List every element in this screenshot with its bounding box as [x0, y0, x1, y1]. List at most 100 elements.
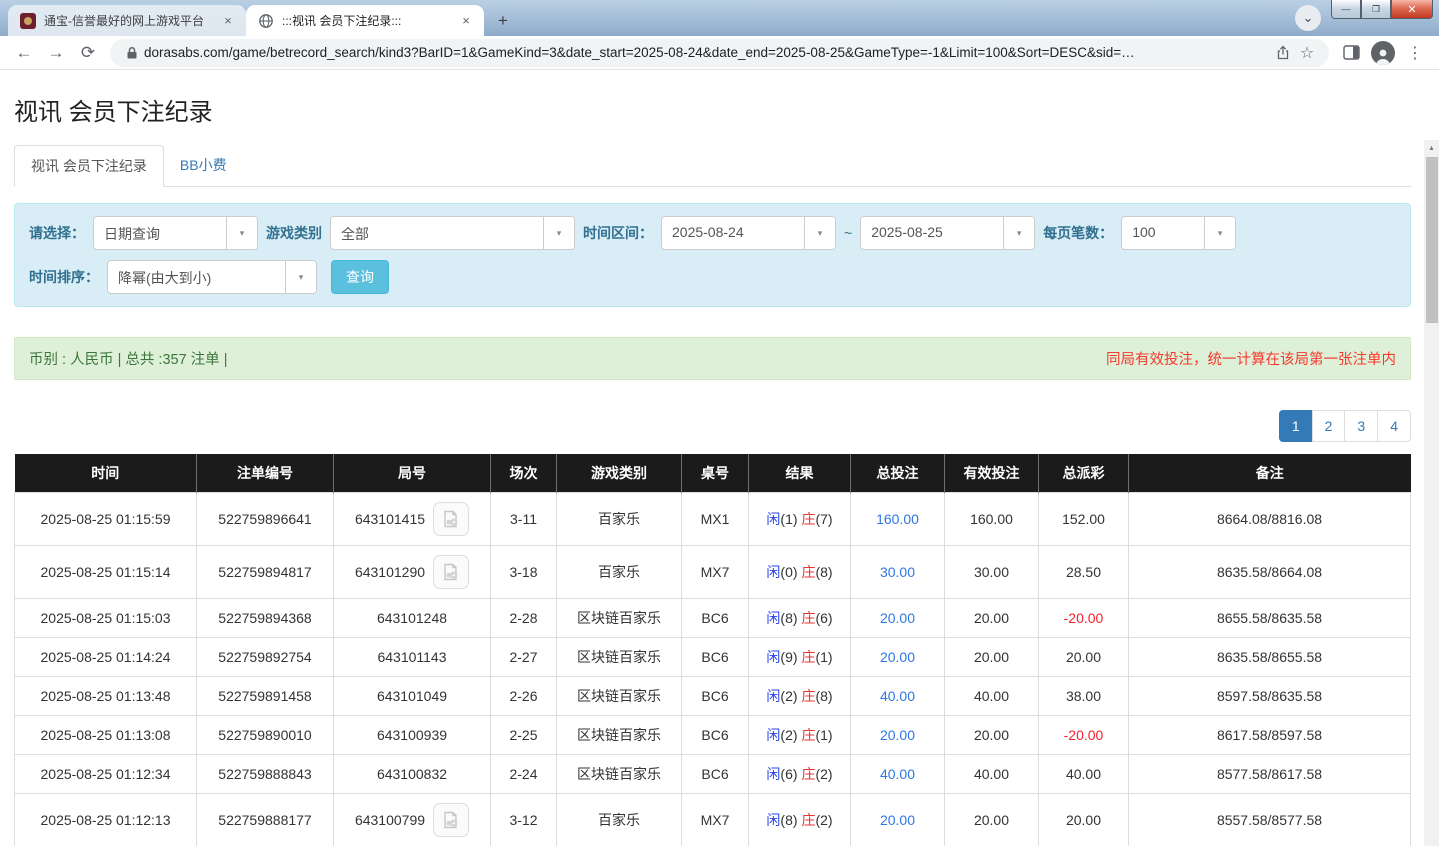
page-button-3[interactable]: 3 [1344, 410, 1378, 442]
query-type-select[interactable]: 日期查询 ▾ [93, 216, 258, 250]
browser-tab-2[interactable]: :::视讯 会员下注纪录::: × [246, 5, 484, 36]
share-icon[interactable] [1271, 41, 1295, 65]
tab-bb-tips[interactable]: BB小费 [164, 145, 243, 187]
total-bet-link[interactable]: 20.00 [880, 727, 915, 743]
cell-total-bet: 20.00 [851, 716, 945, 755]
forward-icon[interactable]: → [42, 39, 70, 67]
banker-result: 庄 [801, 511, 815, 527]
page-scrollbar[interactable]: ▲ [1424, 140, 1439, 846]
date-end-select[interactable]: 2025-08-25 ▾ [860, 216, 1035, 250]
cell-game-kind: 区块链百家乐 [557, 677, 682, 716]
address-bar[interactable]: dorasabs.com/game/betrecord_search/kind3… [110, 39, 1329, 67]
tab-bet-records[interactable]: 视讯 会员下注纪录 [14, 145, 164, 187]
cell-valid-bet: 20.00 [945, 638, 1039, 677]
cell-result: 闲(0) 庄(8) [749, 546, 851, 599]
banker-result: 庄 [801, 610, 815, 626]
avatar-icon[interactable] [1369, 39, 1397, 67]
menu-kebab-icon[interactable]: ⋮ [1401, 39, 1429, 67]
chevron-down-icon[interactable]: ▾ [804, 217, 835, 249]
cell-remark: 8635.58/8664.08 [1129, 546, 1411, 599]
new-tab-button[interactable]: + [490, 8, 516, 34]
tab-strip: 通宝-信誉最好的网上游戏平台 × :::视讯 会员下注纪录::: × + [8, 5, 516, 36]
col-bet-no: 注单编号 [197, 454, 334, 493]
back-icon[interactable]: ← [10, 39, 38, 67]
cell-table-no: BC6 [682, 599, 749, 638]
cell-payout: 20.00 [1039, 638, 1129, 677]
restore-button[interactable]: ❐ [1361, 0, 1391, 19]
minimize-button[interactable]: — [1331, 0, 1361, 19]
cell-session: 2-26 [491, 677, 557, 716]
cell-bet-no: 522759894368 [197, 599, 334, 638]
cell-session: 3-11 [491, 493, 557, 546]
chevron-down-icon[interactable]: ▾ [1003, 217, 1034, 249]
tab-close-icon[interactable]: × [220, 13, 236, 29]
player-result: 闲 [766, 564, 780, 580]
scrollbar-thumb[interactable] [1426, 157, 1438, 323]
cell-table-no: BC6 [682, 677, 749, 716]
site-favicon [20, 13, 36, 29]
total-bet-link[interactable]: 20.00 [880, 610, 915, 626]
total-bet-link[interactable]: 30.00 [880, 564, 915, 580]
sort-select[interactable]: 降幂(由大到小) ▾ [107, 260, 317, 294]
page-button-2[interactable]: 2 [1312, 410, 1346, 442]
video-replay-button[interactable] [433, 555, 469, 589]
cell-round-no: 643101248 [334, 599, 491, 638]
cell-result: 闲(8) 庄(2) [749, 794, 851, 846]
total-bet-link[interactable]: 40.00 [880, 766, 915, 782]
per-page-select[interactable]: 100 ▾ [1121, 216, 1236, 250]
currency-total-text: 币别 : 人民币 | 总共 :357 注单 | [29, 348, 227, 369]
query-button[interactable]: 查询 [331, 260, 389, 294]
table-header-row: 时间 注单编号 局号 场次 游戏类别 桌号 结果 总投注 有效投注 总派彩 备注 [15, 454, 1411, 493]
cell-total-bet: 40.00 [851, 677, 945, 716]
reload-icon[interactable]: ⟳ [74, 39, 102, 67]
player-result: 闲 [766, 727, 780, 743]
cell-result: 闲(8) 庄(6) [749, 599, 851, 638]
browser-tab-1[interactable]: 通宝-信誉最好的网上游戏平台 × [8, 5, 246, 36]
per-page-label: 每页笔数： [1043, 223, 1113, 243]
col-game-kind: 游戏类别 [557, 454, 682, 493]
cell-session: 3-18 [491, 546, 557, 599]
url-text[interactable]: dorasabs.com/game/betrecord_search/kind3… [144, 45, 1271, 60]
close-button[interactable]: ✕ [1391, 0, 1433, 19]
cell-payout: 40.00 [1039, 755, 1129, 794]
tab-title: :::视讯 会员下注纪录::: [282, 12, 450, 29]
cell-session: 2-27 [491, 638, 557, 677]
cell-time: 2025-08-25 01:12:34 [15, 755, 197, 794]
side-panel-icon[interactable] [1337, 39, 1365, 67]
total-bet-link[interactable]: 20.00 [880, 812, 915, 828]
video-replay-button[interactable] [433, 502, 469, 536]
chevron-down-icon[interactable]: ▾ [226, 217, 257, 249]
cell-result: 闲(6) 庄(2) [749, 755, 851, 794]
page-viewport: 视讯 会员下注纪录 视讯 会员下注纪录 BB小费 请选择： 日期查询 ▾ 游戏类… [0, 70, 1439, 846]
total-bet-link[interactable]: 40.00 [880, 688, 915, 704]
cell-bet-no: 522759888843 [197, 755, 334, 794]
cell-result: 闲(1) 庄(7) [749, 493, 851, 546]
lock-icon [120, 41, 144, 65]
chevron-down-icon[interactable]: ▾ [1204, 217, 1235, 249]
tab-search-chevron-icon[interactable]: ⌄ [1295, 5, 1321, 31]
cell-bet-no: 522759888177 [197, 794, 334, 846]
page-button-4[interactable]: 4 [1377, 410, 1411, 442]
cell-remark: 8664.08/8816.08 [1129, 493, 1411, 546]
bookmark-star-icon[interactable]: ☆ [1295, 41, 1319, 65]
chevron-down-icon[interactable]: ▾ [543, 217, 574, 249]
player-result: 闲 [766, 812, 780, 828]
total-bet-link[interactable]: 160.00 [876, 511, 919, 527]
chevron-down-icon[interactable]: ▾ [285, 261, 316, 293]
total-bet-link[interactable]: 20.00 [880, 649, 915, 665]
video-replay-button[interactable] [433, 803, 469, 837]
cell-table-no: MX7 [682, 546, 749, 599]
cell-remark: 8635.58/8655.58 [1129, 638, 1411, 677]
col-table-no: 桌号 [682, 454, 749, 493]
cell-total-bet: 20.00 [851, 599, 945, 638]
date-start-select[interactable]: 2025-08-24 ▾ [661, 216, 836, 250]
col-session: 场次 [491, 454, 557, 493]
cell-round-no: 643101143 [334, 638, 491, 677]
cell-session: 2-24 [491, 755, 557, 794]
page-button-1[interactable]: 1 [1279, 410, 1313, 442]
scroll-up-icon[interactable]: ▲ [1424, 140, 1439, 156]
cell-remark: 8617.58/8597.58 [1129, 716, 1411, 755]
game-kind-select[interactable]: 全部 ▾ [330, 216, 575, 250]
tab-close-icon[interactable]: × [458, 13, 474, 29]
summary-bar: 币别 : 人民币 | 总共 :357 注单 | 同局有效投注，统一计算在该局第一… [14, 337, 1411, 380]
